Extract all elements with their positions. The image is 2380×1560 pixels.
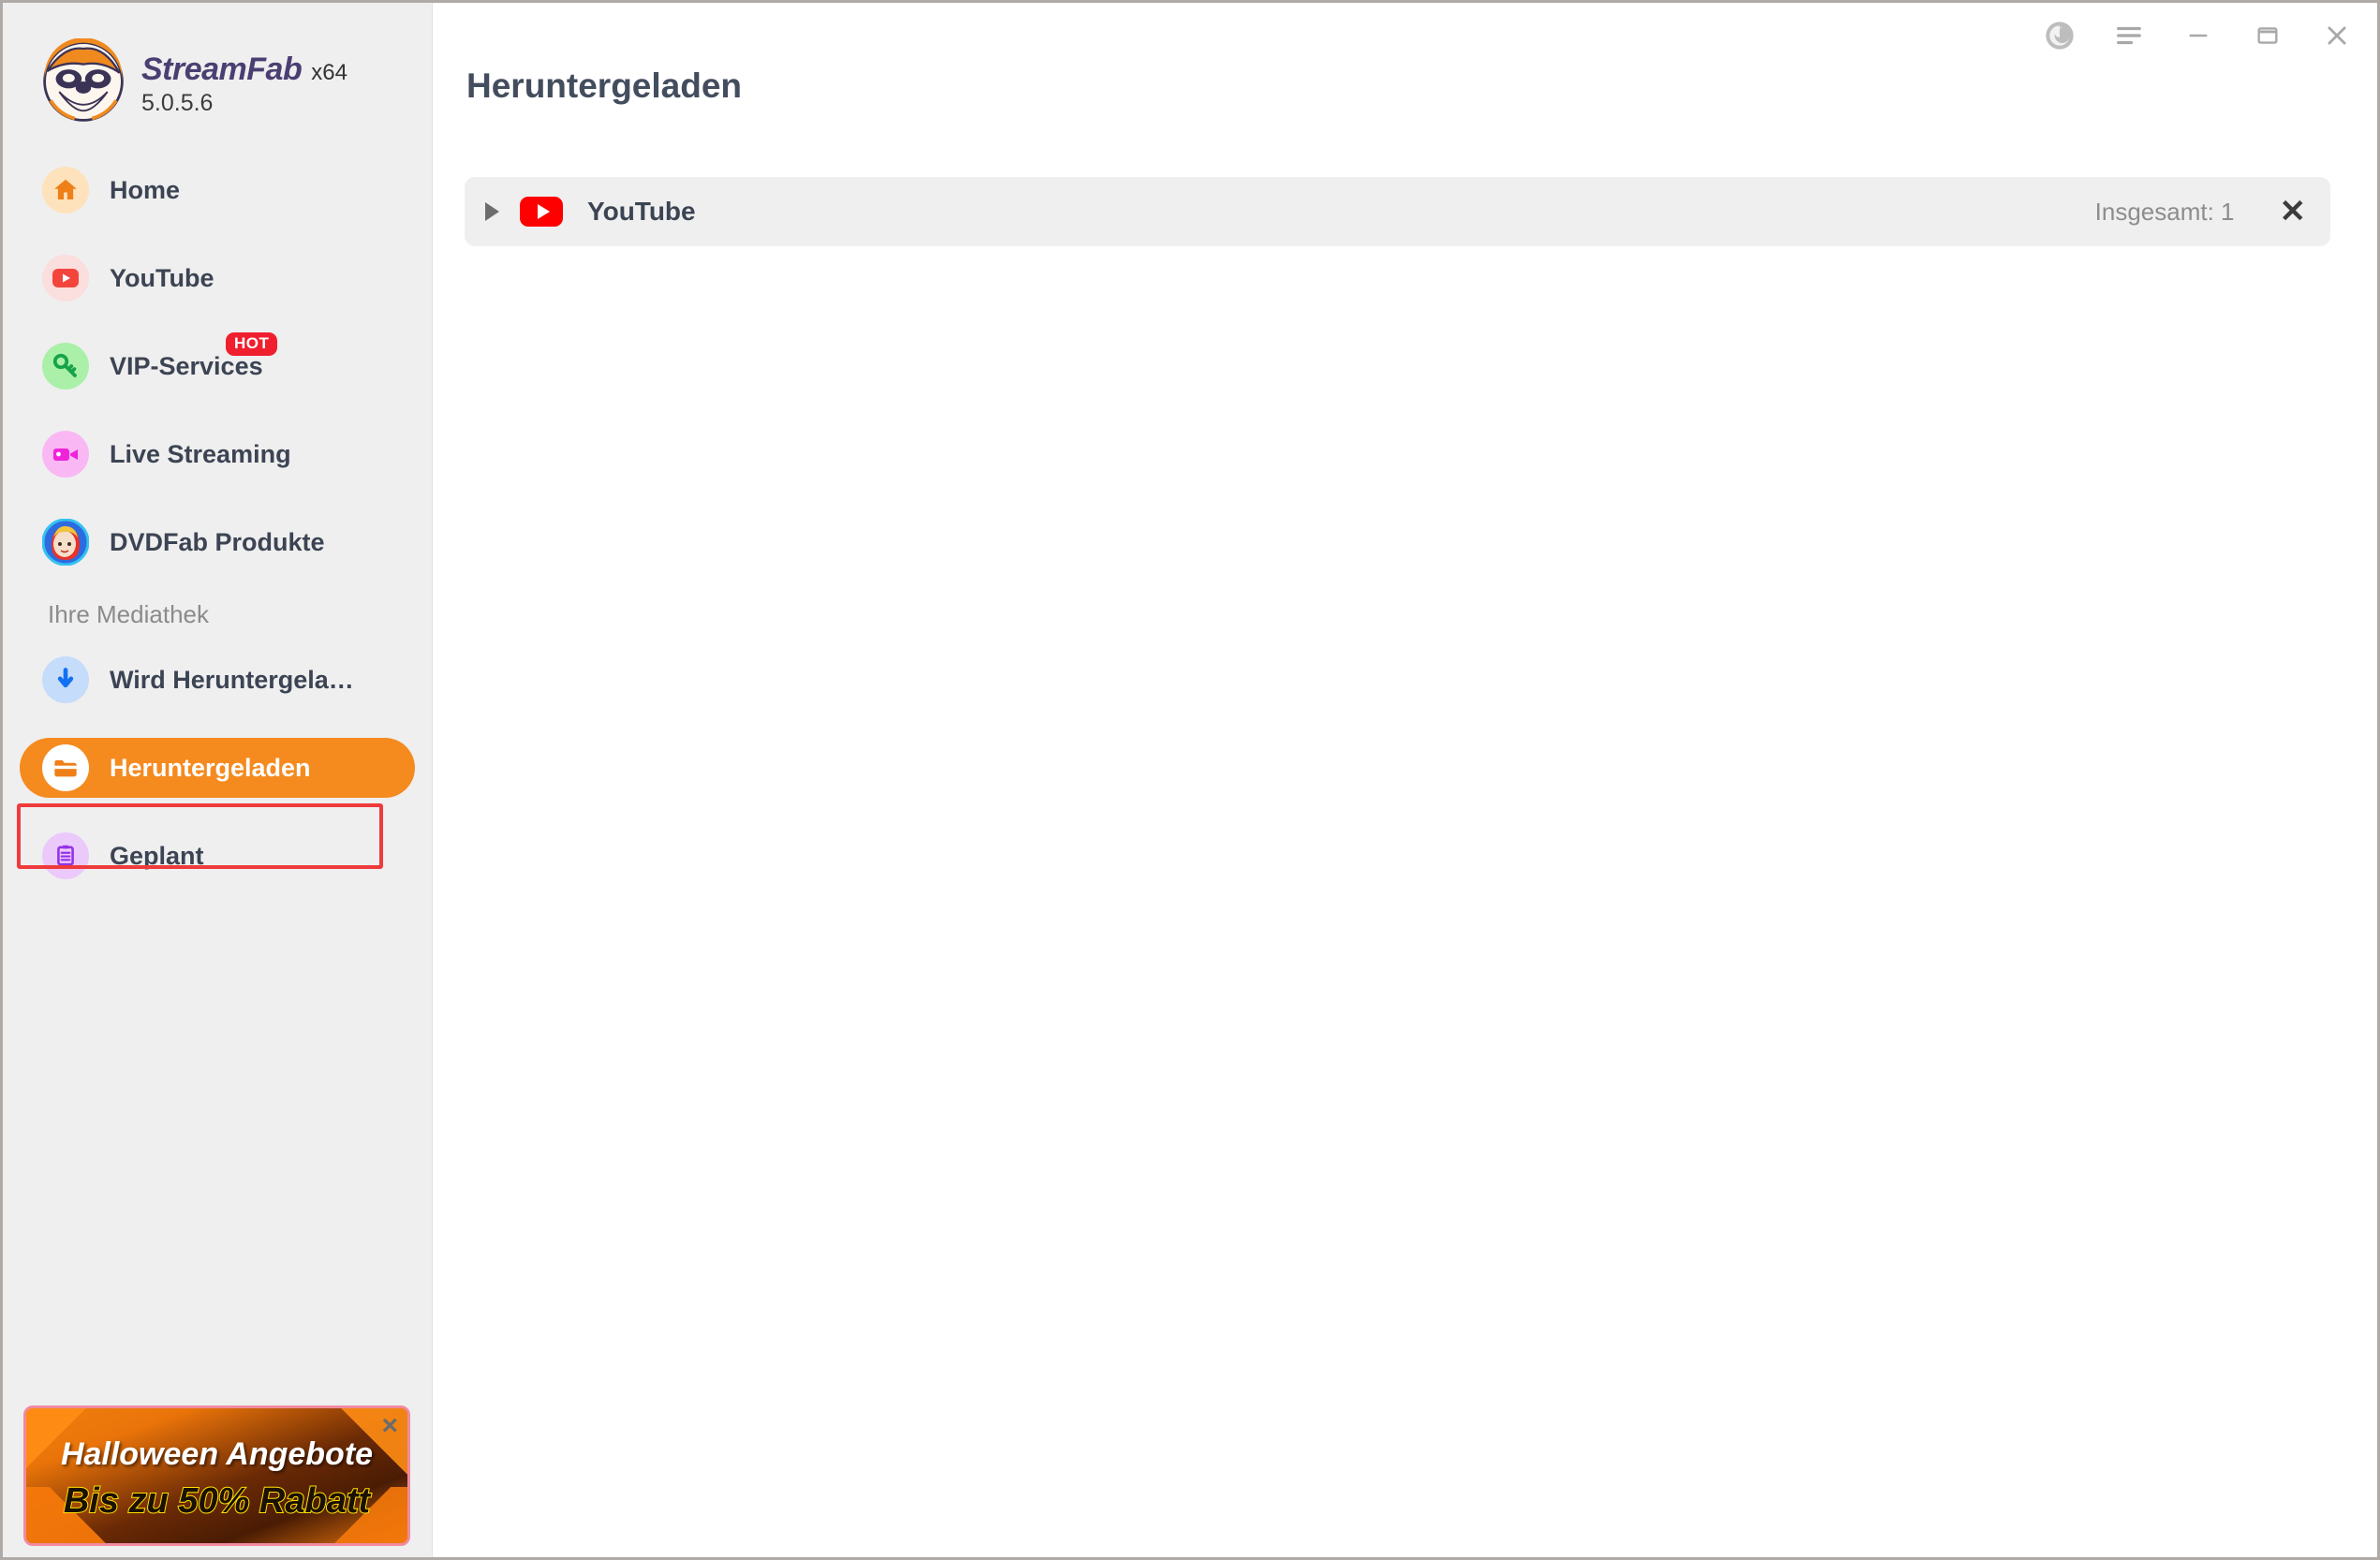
key-icon — [42, 343, 89, 390]
clipboard-icon — [42, 832, 89, 879]
primary-nav: Home YouTube VIP-Services HOT Live Strea… — [3, 160, 432, 572]
brand-version: 5.0.5.6 — [141, 90, 214, 116]
close-icon[interactable]: ✕ — [2280, 196, 2307, 228]
sidebar-item-vip-services[interactable]: VIP-Services HOT — [20, 332, 415, 396]
app-window: StreamFab x64 5.0.5.6 Home YouTube VIP-S… — [0, 0, 2380, 1560]
brand-name: StreamFab — [141, 52, 303, 87]
group-count: Insgesamt: 1 — [2094, 197, 2235, 226]
sidebar-item-geplant[interactable]: Geplant — [20, 826, 415, 886]
sidebar-item-home[interactable]: Home — [20, 160, 415, 220]
folder-icon — [42, 744, 89, 791]
sidebar-item-label: DVDFab Produkte — [110, 527, 325, 556]
youtube-icon — [42, 255, 89, 302]
youtube-icon — [520, 197, 563, 227]
dvdfab-icon — [42, 519, 89, 566]
sidebar-item-label: VIP-Services — [110, 351, 263, 380]
brand-text: StreamFab x64 5.0.5.6 — [141, 46, 347, 117]
library-nav: Wird Heruntergela… Heruntergeladen Gepla… — [3, 650, 432, 886]
sidebar: StreamFab x64 5.0.5.6 Home YouTube VIP-S… — [3, 3, 433, 1557]
banner-background — [26, 1408, 407, 1543]
close-icon[interactable] — [2321, 20, 2353, 52]
sidebar-item-label: YouTube — [110, 263, 214, 292]
sidebar-item-label: Heruntergeladen — [110, 753, 311, 782]
sidebar-item-label: Live Streaming — [110, 439, 291, 468]
library-section-title: Ihre Mediathek — [48, 600, 209, 628]
promo-banner[interactable]: Halloween Angebote Bis zu 50% Rabatt × — [23, 1405, 410, 1546]
chevron-right-icon[interactable] — [485, 202, 499, 221]
banner-headline: Halloween Angebote — [60, 1436, 374, 1472]
sidebar-item-dvdfab-produkte[interactable]: DVDFab Produkte — [20, 512, 415, 572]
maximize-icon[interactable] — [2252, 20, 2284, 52]
sidebar-item-wird-heruntergeladen[interactable]: Wird Heruntergela… — [20, 650, 415, 710]
streamfab-logo-icon — [40, 37, 126, 125]
group-name: YouTube — [587, 197, 696, 226]
banner-subhead: Bis zu 50% Rabatt — [63, 1480, 371, 1522]
minimize-icon[interactable] — [2182, 20, 2214, 52]
main-content: Heruntergeladen YouTube Insgesamt: 1 ✕ — [433, 3, 2377, 1557]
sidebar-item-heruntergeladen[interactable]: Heruntergeladen — [20, 738, 415, 798]
brand-arch: x64 — [311, 60, 347, 85]
sidebar-item-youtube[interactable]: YouTube — [20, 248, 415, 308]
page-title: Heruntergeladen — [466, 66, 743, 105]
brand: StreamFab x64 5.0.5.6 — [3, 3, 432, 125]
home-icon — [42, 167, 89, 213]
sidebar-item-label: Geplant — [110, 841, 204, 870]
menu-icon[interactable] — [2113, 20, 2145, 52]
banner-close-icon[interactable]: × — [381, 1412, 398, 1440]
titlebar — [2044, 3, 2377, 68]
video-camera-icon — [42, 431, 89, 478]
sidebar-item-label: Home — [110, 175, 181, 204]
download-group-row[interactable]: YouTube Insgesamt: 1 ✕ — [465, 177, 2330, 246]
disc-icon[interactable] — [2044, 20, 2076, 52]
download-arrow-icon — [42, 656, 89, 703]
sidebar-item-live-streaming[interactable]: Live Streaming — [20, 424, 415, 484]
hot-badge: HOT — [226, 332, 278, 357]
sidebar-item-label: Wird Heruntergela… — [110, 665, 354, 694]
